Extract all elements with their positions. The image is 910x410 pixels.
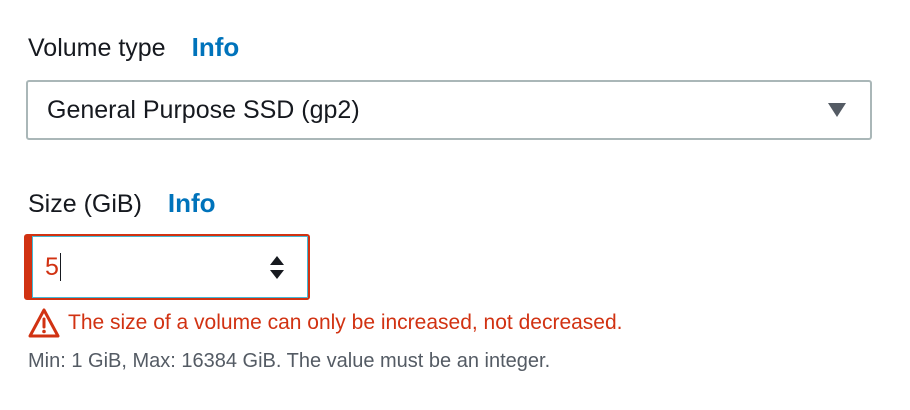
size-label-row: Size (GiB) Info — [28, 188, 216, 219]
increment-arrow-icon[interactable] — [270, 255, 284, 265]
spinner-icon[interactable] — [266, 252, 288, 282]
size-info-link[interactable]: Info — [168, 188, 216, 219]
decrement-arrow-icon[interactable] — [270, 269, 284, 279]
warning-icon — [28, 308, 60, 338]
volume-type-info-link[interactable]: Info — [192, 32, 240, 63]
caret-down-icon — [828, 103, 846, 117]
size-label: Size (GiB) — [28, 190, 142, 218]
volume-type-select[interactable]: General Purpose SSD (gp2) — [26, 80, 872, 140]
size-input-value: 5 — [45, 252, 59, 281]
size-error-text: The size of a volume can only be increas… — [68, 311, 623, 334]
size-error: The size of a volume can only be increas… — [28, 308, 623, 338]
volume-type-selected-value: General Purpose SSD (gp2) — [47, 95, 360, 124]
volume-type-label-row: Volume type Info — [28, 32, 239, 63]
size-input-value-wrap: 5 — [45, 253, 266, 282]
volume-form: Volume type Info General Purpose SSD (gp… — [0, 0, 910, 410]
size-constraint-text: Min: 1 GiB, Max: 16384 GiB. The value mu… — [28, 350, 551, 372]
text-cursor — [59, 253, 61, 281]
volume-type-label: Volume type — [28, 34, 166, 62]
size-input[interactable]: 5 — [24, 234, 310, 300]
